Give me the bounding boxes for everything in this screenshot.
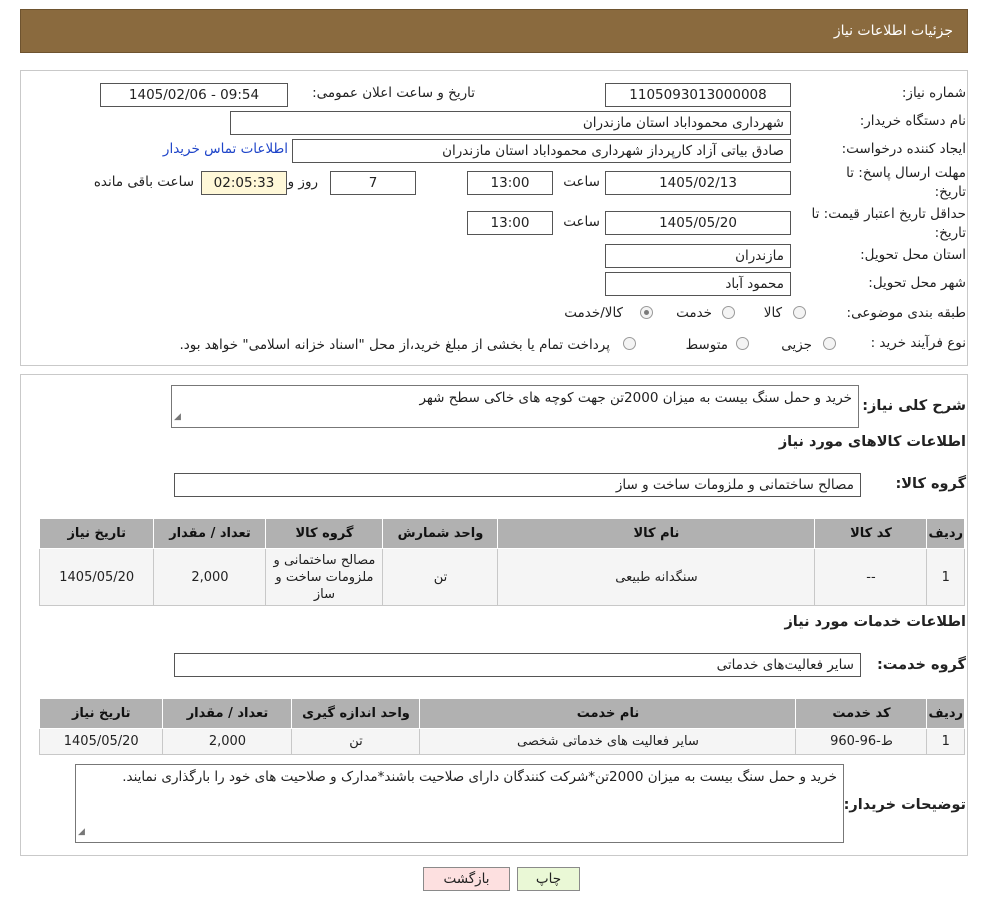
city-field: محمود آباد: [605, 272, 791, 296]
summary-text: خرید و حمل سنگ بیست به میزان 2000تن جهت …: [419, 390, 852, 406]
category-goods-label: کالا: [763, 305, 782, 321]
buyer-notes-label: توضیحات خریدار:: [843, 797, 966, 813]
buyer-org-field: شهرداری محموداباد استان مازندران: [230, 111, 791, 135]
days-field: 7: [330, 171, 416, 195]
service-group-field: سایر فعالیت‌های خدماتی: [174, 653, 861, 677]
category-service-radio[interactable]: [722, 306, 735, 319]
goods-col-code: کد کالا: [814, 518, 928, 549]
goods-cell-code: --: [814, 548, 928, 606]
buyer-org-label: نام دستگاه خریدار:: [859, 113, 966, 129]
table-row: 1 ط-96-960 سایر فعالیت های خدماتی شخصی ت…: [38, 728, 965, 755]
goods-table-header: ردیف کد کالا نام کالا واحد شمارش گروه کا…: [38, 518, 965, 549]
validity-time-label: ساعت: [563, 214, 600, 230]
purchase-type-label: نوع فرآیند خرید :: [870, 335, 966, 351]
contact-buyer-link[interactable]: اطلاعات تماس خریدار: [163, 141, 288, 157]
goods-cell-unit: تن: [382, 548, 499, 606]
validity-date-field: 1405/05/20: [605, 211, 791, 235]
deadline-label: مهلت ارسال پاسخ: تا تاریخ:: [846, 165, 966, 200]
goods-group-field: مصالح ساختمانی و ملزومات ساخت و ساز: [174, 473, 861, 497]
province-field: مازندران: [605, 244, 791, 268]
back-button[interactable]: بازگشت: [423, 867, 510, 891]
purchase-minor-label: جزیی: [781, 337, 812, 353]
need-number-label: شماره نیاز:: [901, 85, 966, 101]
services-col-qty: تعداد / مقدار: [162, 698, 293, 729]
services-cell-date: 1405/05/20: [38, 728, 164, 755]
service-group-label: گروه خدمت:: [876, 657, 966, 673]
city-label: شهر محل تحویل:: [868, 275, 966, 291]
purchase-minor-radio[interactable]: [823, 337, 836, 350]
goods-cell-name: سنگدانه طبیعی: [497, 548, 816, 606]
category-goods-service-label: کالا/خدمت: [564, 305, 623, 321]
deadline-time-label: ساعت: [563, 174, 600, 190]
goods-section-title: اطلاعات کالاهای مورد نیاز: [778, 434, 966, 450]
resize-grip-icon[interactable]: ◢: [78, 823, 85, 841]
buyer-notes-textarea[interactable]: خرید و حمل سنگ بیست به میزان 2000تن*شرکت…: [75, 764, 844, 843]
summary-textarea[interactable]: خرید و حمل سنگ بیست به میزان 2000تن جهت …: [171, 385, 859, 428]
goods-col-date: تاریخ نیاز: [38, 518, 155, 549]
goods-cell-qty: 2,000: [153, 548, 267, 606]
summary-label: شرح کلی نیاز:: [862, 398, 966, 414]
creator-field: صادق بیاتی آزاد کارپرداز شهرداری محموداب…: [292, 139, 791, 163]
goods-group-label: گروه کالا:: [895, 476, 966, 492]
services-cell-name: سایر فعالیت های خدماتی شخصی: [419, 728, 797, 755]
services-cell-qty: 2,000: [162, 728, 293, 755]
treasury-checkbox[interactable]: [623, 337, 636, 350]
services-table-header: ردیف کد خدمت نام خدمت واحد اندازه گیری ت…: [38, 698, 965, 729]
services-col-date: تاریخ نیاز: [38, 698, 164, 729]
services-section-title: اطلاعات خدمات مورد نیاز: [784, 614, 966, 630]
services-cell-code: ط-96-960: [795, 728, 928, 755]
creator-label: ایجاد کننده درخواست:: [841, 141, 966, 157]
goods-col-qty: تعداد / مقدار: [153, 518, 267, 549]
goods-cell-date: 1405/05/20: [38, 548, 155, 606]
services-col-code: کد خدمت: [795, 698, 928, 729]
goods-col-row: ردیف: [926, 518, 965, 549]
announce-label: تاریخ و ساعت اعلان عمومی:: [312, 85, 475, 101]
validity-time-field: 13:00: [467, 211, 553, 235]
province-label: استان محل تحویل:: [860, 247, 966, 263]
treasury-note: پرداخت تمام یا بخشی از مبلغ خرید،از محل …: [179, 337, 610, 353]
services-cell-row: 1: [926, 728, 965, 755]
table-row: 1 -- سنگدانه طبیعی تن مصالح ساختمانی و م…: [38, 548, 965, 606]
need-number-field: 1105093013000008: [605, 83, 791, 107]
services-col-name: نام خدمت: [419, 698, 797, 729]
services-table: ردیف کد خدمت نام خدمت واحد اندازه گیری ت…: [38, 698, 965, 755]
buyer-notes-text: خرید و حمل سنگ بیست به میزان 2000تن*شرکت…: [122, 769, 837, 785]
validity-label: حداقل تاریخ اعتبار قیمت: تا تاریخ:: [811, 206, 966, 241]
goods-col-name: نام کالا: [497, 518, 816, 549]
remaining-time-field: 02:05:33: [201, 171, 287, 195]
services-col-unit: واحد اندازه گیری: [291, 698, 421, 729]
services-cell-unit: تن: [291, 728, 421, 755]
announce-field: 1405/02/06 - 09:54: [100, 83, 288, 107]
goods-cell-group: مصالح ساختمانی و ملزومات ساخت و ساز: [265, 548, 384, 606]
goods-col-unit: واحد شمارش: [382, 518, 499, 549]
purchase-medium-label: متوسط: [685, 337, 728, 353]
category-goods-radio[interactable]: [793, 306, 806, 319]
resize-grip-icon[interactable]: ◢: [174, 408, 181, 426]
category-service-label: خدمت: [676, 305, 712, 321]
page-header: جزئیات اطلاعات نیاز: [20, 9, 968, 53]
category-goods-service-radio[interactable]: [640, 306, 653, 319]
goods-table: ردیف کد کالا نام کالا واحد شمارش گروه کا…: [38, 518, 965, 606]
goods-cell-row: 1: [926, 548, 965, 606]
services-col-row: ردیف: [926, 698, 965, 729]
print-button[interactable]: چاپ: [517, 867, 580, 891]
remaining-label: ساعت باقی مانده: [93, 174, 194, 190]
category-label: طبقه بندی موضوعی:: [846, 305, 966, 321]
deadline-date-field: 1405/02/13: [605, 171, 791, 195]
days-label: روز و: [287, 174, 318, 190]
deadline-time-field: 13:00: [467, 171, 553, 195]
page-title: جزئیات اطلاعات نیاز: [833, 23, 953, 39]
goods-col-group: گروه کالا: [265, 518, 384, 549]
purchase-medium-radio[interactable]: [736, 337, 749, 350]
